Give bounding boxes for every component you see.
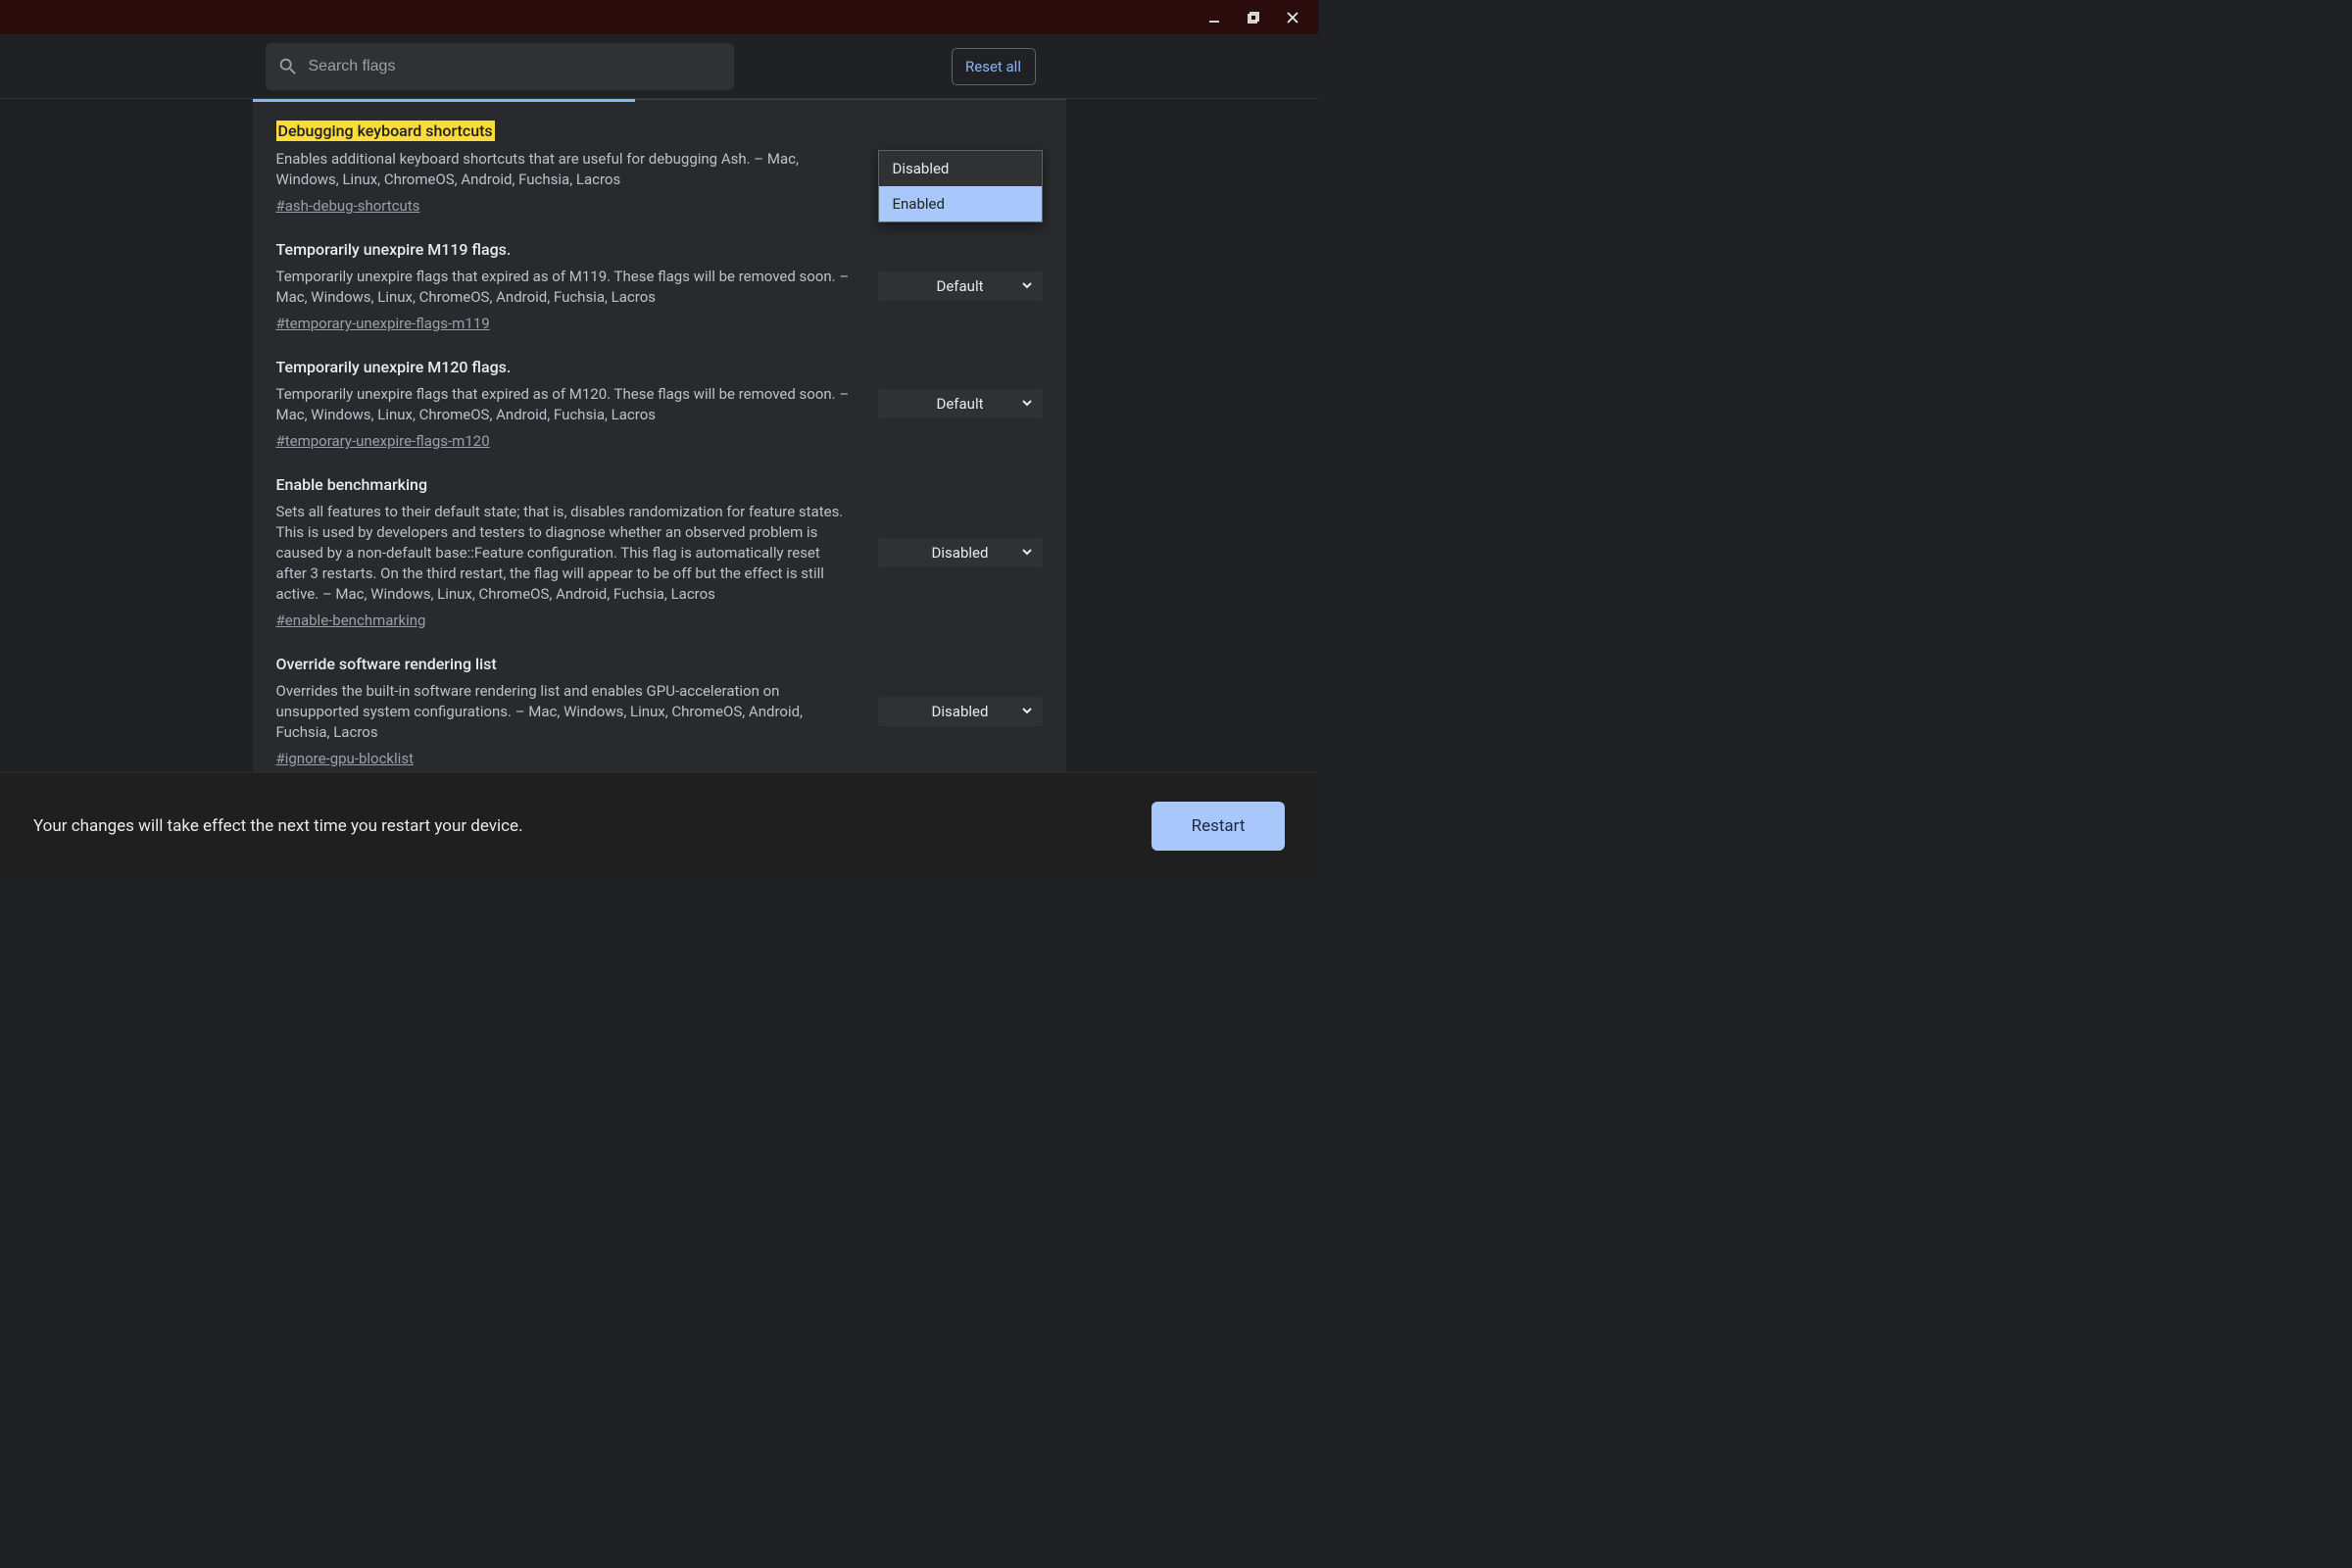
maximize-button[interactable] [1234,3,1273,32]
flag-select-value: Default [937,277,984,295]
search-input[interactable] [309,58,722,75]
flag-row: Temporarily unexpire M119 flags. Temporar… [276,219,1043,336]
restart-button[interactable]: Restart [1152,802,1285,851]
reset-all-button[interactable]: Reset all [952,48,1036,85]
flag-title: Temporarily unexpire M119 flags. [276,240,855,259]
tab-indicator [253,99,635,102]
chevron-down-icon [1021,544,1033,562]
restart-message: Your changes will take effect the next t… [33,816,523,836]
flag-row: Enable benchmarking Sets all features to … [276,454,1043,633]
flag-select-value: Disabled [932,703,989,720]
flag-description: Overrides the built-in software renderin… [276,681,855,743]
flag-select-value: Default [937,395,984,413]
option-enabled[interactable]: Enabled [879,186,1042,221]
flag-title: Temporarily unexpire M120 flags. [276,358,855,376]
flag-anchor[interactable]: #enable-benchmarking [276,612,426,629]
flag-select-value: Disabled [932,544,989,562]
minimize-icon [1207,11,1221,24]
search-icon [277,56,299,77]
search-box[interactable] [266,43,734,90]
flag-select[interactable]: Disabled [878,697,1043,726]
content-column: Debugging keyboard shortcuts Enables addi… [253,99,1066,878]
flag-anchor[interactable]: #temporary-unexpire-flags-m119 [276,315,490,332]
close-button[interactable] [1273,3,1312,32]
flag-select[interactable]: Default [878,271,1043,301]
flag-title: Enable benchmarking [276,475,855,494]
page: Debugging keyboard shortcuts Enables addi… [0,99,1318,878]
flag-row: Override software rendering list Override… [276,633,1043,771]
chevron-down-icon [1021,395,1033,413]
flag-select[interactable]: Disabled [878,538,1043,567]
chevron-down-icon [1021,277,1033,295]
chevron-down-icon [1021,703,1033,720]
close-icon [1286,11,1299,24]
header: Reset all [0,34,1318,99]
minimize-button[interactable] [1195,3,1234,32]
flag-select[interactable]: Default [878,389,1043,418]
flag-anchor[interactable]: #temporary-unexpire-flags-m120 [276,432,490,450]
flag-description: Sets all features to their default state… [276,502,855,605]
titlebar [0,0,1318,34]
flag-description: Temporarily unexpire flags that expired … [276,384,855,425]
flag-title: Override software rendering list [276,655,855,673]
flag-row: Temporarily unexpire M120 flags. Temporar… [276,336,1043,454]
flag-description: Enables additional keyboard shortcuts th… [276,149,855,190]
flag-select-dropdown[interactable]: DisabledEnabled [878,150,1043,222]
option-disabled[interactable]: Disabled [879,151,1042,186]
flag-anchor[interactable]: #ignore-gpu-blocklist [276,750,414,767]
flag-description: Temporarily unexpire flags that expired … [276,267,855,308]
flag-anchor[interactable]: #ash-debug-shortcuts [276,197,420,215]
flag-row: Debugging keyboard shortcuts Enables addi… [276,99,1043,219]
restart-bar: Your changes will take effect the next t… [0,772,1318,878]
flag-title: Debugging keyboard shortcuts [276,121,495,141]
maximize-icon [1247,11,1260,24]
